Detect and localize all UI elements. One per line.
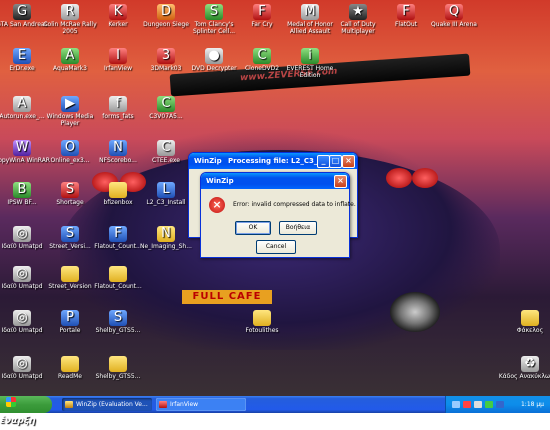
winzip-icon bbox=[65, 401, 73, 408]
error-title: WinZip bbox=[206, 177, 234, 185]
app-icon: ◎ bbox=[13, 266, 31, 282]
start-button[interactable]: έναρξη bbox=[0, 396, 52, 426]
app-icon: C bbox=[253, 48, 271, 64]
desktop-icon-label: Shelby_GTS5... bbox=[95, 327, 141, 334]
app-icon: R bbox=[61, 4, 79, 20]
desktop-icon[interactable]: Φάκελος bbox=[498, 310, 550, 334]
error-icon: × bbox=[209, 197, 225, 213]
volume-icon[interactable] bbox=[474, 401, 482, 408]
app-icon: M bbox=[301, 4, 319, 20]
app-icon: ♻ bbox=[521, 356, 539, 372]
taillight-right bbox=[386, 168, 412, 188]
license-plate: FULL CAFE bbox=[182, 290, 272, 304]
error-titlebar[interactable]: WinZip × bbox=[201, 173, 349, 189]
app-icon: S bbox=[61, 226, 79, 242]
app-icon: L bbox=[157, 182, 175, 198]
task-label: WinZip (Evaluation Ve... bbox=[76, 401, 148, 408]
app-icon: E bbox=[13, 48, 31, 64]
app-icon: ★ bbox=[349, 4, 367, 20]
network-icon[interactable] bbox=[452, 401, 460, 408]
app-icon: C bbox=[157, 140, 175, 156]
ok-button[interactable]: OK bbox=[235, 221, 271, 235]
taskbar-item-irfanview[interactable]: IrfanView bbox=[156, 398, 246, 411]
app-icon: ● bbox=[205, 48, 223, 64]
desktop-icon-label: Fotoulithes bbox=[245, 327, 279, 334]
app-icon bbox=[61, 356, 79, 372]
app-icon: G bbox=[13, 4, 31, 20]
app-icon: O bbox=[61, 140, 79, 156]
clock[interactable]: 1:18 μμ bbox=[521, 396, 544, 413]
app-icon: A bbox=[61, 48, 79, 64]
app-icon: ◎ bbox=[13, 310, 31, 326]
app-icon: C bbox=[157, 96, 175, 112]
app-icon bbox=[521, 310, 539, 326]
app-icon: F bbox=[109, 226, 127, 242]
processing-title: WinZip bbox=[194, 157, 222, 165]
app-icon: f bbox=[109, 96, 127, 112]
desktop-icon[interactable]: Fotoulithes bbox=[230, 310, 294, 334]
desktop-icon-label: EVEREST Home Edition bbox=[286, 65, 334, 79]
app-icon: i bbox=[301, 48, 319, 64]
language-icon[interactable] bbox=[496, 401, 504, 408]
app-icon: 3 bbox=[157, 48, 175, 64]
maximize-icon[interactable]: □ bbox=[329, 155, 342, 168]
cancel-button[interactable]: Cancel bbox=[256, 240, 296, 254]
desktop-icon[interactable]: S Shelby_GTS5... bbox=[86, 310, 150, 334]
app-icon: K bbox=[109, 4, 127, 20]
desktop-icon-label: Quake III Arena bbox=[431, 21, 477, 28]
app-icon: I bbox=[109, 48, 127, 64]
processing-titlebar[interactable]: WinZip Processing file: L2_C3_Ins... _ □… bbox=[189, 153, 357, 169]
app-icon: W bbox=[13, 140, 31, 156]
desktop-icon[interactable]: i EVEREST Home Edition bbox=[278, 48, 342, 79]
desktop-icon-label: Ne_Imaging_Sh... bbox=[140, 243, 192, 250]
desktop: www.ZEVERSE.com FULL CAFE G GTA San Andre… bbox=[0, 0, 550, 396]
system-tray: 1:18 μμ bbox=[445, 396, 550, 413]
desktop-icon[interactable]: Flatout_Count... bbox=[86, 266, 150, 290]
desktop-icon-label: C3V07A5... bbox=[149, 113, 183, 120]
app-icon: D bbox=[157, 4, 175, 20]
taillight-right-2 bbox=[412, 168, 438, 188]
taskbar-item-winzip[interactable]: WinZip (Evaluation Ve... bbox=[62, 398, 152, 411]
app-icon bbox=[109, 182, 127, 198]
messenger-icon[interactable] bbox=[485, 401, 493, 408]
app-icon bbox=[61, 266, 79, 282]
error-message: Error: invalid compressed data to inflat… bbox=[233, 201, 356, 208]
help-button[interactable]: Βοήθεια bbox=[279, 221, 317, 235]
task-label: IrfanView bbox=[170, 401, 199, 408]
app-icon bbox=[253, 310, 271, 326]
app-icon: N bbox=[157, 226, 175, 242]
app-icon: B bbox=[13, 182, 31, 198]
app-icon: F bbox=[397, 4, 415, 20]
windows-logo-icon bbox=[6, 397, 16, 407]
app-icon: S bbox=[61, 182, 79, 198]
app-icon: Q bbox=[445, 4, 463, 20]
app-icon bbox=[109, 266, 127, 282]
app-icon: S bbox=[109, 310, 127, 326]
desktop-icon-label: Κάδος Ανακύκλωσης bbox=[498, 373, 550, 380]
desktop-icon-label: Flatout_Count... bbox=[94, 283, 142, 290]
exhaust-pipe bbox=[390, 292, 440, 332]
app-icon: N bbox=[109, 140, 127, 156]
desktop-icon[interactable]: Q Quake III Arena bbox=[422, 4, 486, 28]
close-icon[interactable]: × bbox=[334, 175, 347, 188]
antivirus-icon[interactable] bbox=[463, 401, 471, 408]
irfanview-icon bbox=[159, 401, 167, 408]
desktop-icon[interactable]: Shelby_GTS5... bbox=[86, 356, 150, 380]
app-icon bbox=[109, 356, 127, 372]
desktop-icon[interactable]: ♻Κάδος Ανακύκλωσης bbox=[498, 356, 550, 380]
taskbar: έναρξη WinZip (Evaluation Ve... IrfanVie… bbox=[0, 396, 550, 426]
desktop-icon[interactable]: C C3V07A5... bbox=[134, 96, 198, 120]
app-icon: ▶ bbox=[61, 96, 79, 112]
desktop-icon-label: Shelby_GTS5... bbox=[95, 373, 141, 380]
desktop-icon-label: Φάκελος bbox=[516, 327, 544, 334]
close-icon[interactable]: × bbox=[342, 155, 355, 168]
start-label: έναρξη bbox=[0, 416, 36, 426]
app-icon: F bbox=[253, 4, 271, 20]
app-icon: S bbox=[205, 4, 223, 20]
app-icon: P bbox=[61, 310, 79, 326]
app-icon: ◎ bbox=[13, 226, 31, 242]
app-icon: A bbox=[13, 96, 31, 112]
app-icon: ◎ bbox=[13, 356, 31, 372]
